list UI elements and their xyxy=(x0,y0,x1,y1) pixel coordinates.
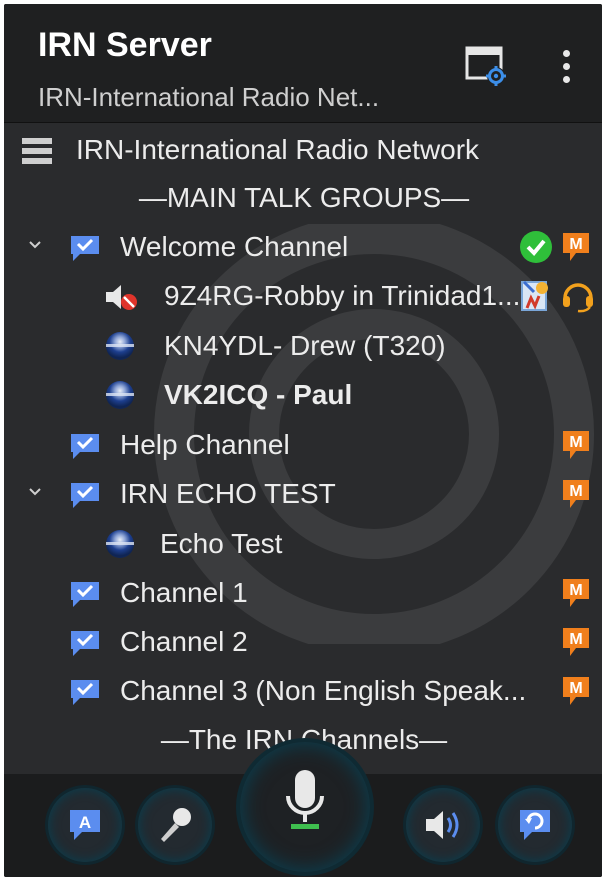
channel-label: Welcome Channel xyxy=(120,231,349,262)
m-badge-letter: M xyxy=(569,434,582,451)
speaker-button[interactable] xyxy=(406,788,480,862)
channel-2[interactable]: Channel 2 M xyxy=(4,618,602,666)
section-label: —MAIN TALK GROUPS— xyxy=(138,182,470,213)
user-row[interactable]: 9Z4RG-Robby in Trinidad1... xyxy=(4,272,602,320)
message-badge-icon: M xyxy=(563,431,589,459)
user-label: 9Z4RG-Robby in Trinidad1... xyxy=(164,280,521,311)
user-row[interactable]: VK2ICQ - Paul xyxy=(4,371,602,419)
channel-label: Channel 3 (Non English Speak... xyxy=(120,675,527,706)
chat-refresh-icon xyxy=(520,810,550,840)
message-badge-icon: M xyxy=(563,233,589,261)
channel-icon xyxy=(71,631,99,656)
channel-welcome[interactable]: Welcome Channel M xyxy=(4,223,602,271)
user-ball-icon xyxy=(106,381,134,409)
window-settings-icon xyxy=(465,46,506,86)
chevron-down-icon[interactable] xyxy=(28,485,42,499)
microphone-icon xyxy=(286,770,324,829)
user-label: VK2ICQ - Paul xyxy=(164,379,353,410)
channel-icon xyxy=(71,434,99,459)
m-badge-letter: M xyxy=(569,680,582,697)
message-badge-icon: M xyxy=(563,677,589,705)
server-name: IRN-International Radio Network xyxy=(76,134,480,165)
headset-icon xyxy=(563,283,593,313)
chat-badge-letter: A xyxy=(79,813,91,832)
m-badge-letter: M xyxy=(569,631,582,648)
chat-button[interactable]: A xyxy=(48,788,122,862)
user-ball-icon xyxy=(106,332,134,360)
m-badge-letter: M xyxy=(569,582,582,599)
user-row[interactable]: KN4YDL- Drew (T320) xyxy=(4,322,602,370)
chat-bubble-a-icon: A xyxy=(70,810,100,840)
chevron-down-icon[interactable] xyxy=(28,238,42,252)
more-vert-icon xyxy=(562,50,570,57)
message-badge-icon: M xyxy=(563,480,589,508)
channel-label: IRN ECHO TEST xyxy=(120,478,336,509)
server-subtitle: IRN-International Radio Net... xyxy=(38,82,380,112)
m-badge-letter: M xyxy=(569,236,582,253)
channel-label: Help Channel xyxy=(120,429,290,460)
voice-input-button[interactable] xyxy=(138,788,212,862)
more-options-button[interactable] xyxy=(554,44,578,90)
channel-label: Channel 2 xyxy=(120,626,248,657)
channel-icon xyxy=(71,680,99,705)
muted-speaker-icon xyxy=(106,285,137,310)
channel-1[interactable]: Channel 1 M xyxy=(4,569,602,617)
app-frame: IRN Server IRN-International Radio Net..… xyxy=(4,4,602,877)
push-to-talk-button[interactable] xyxy=(240,742,370,872)
message-badge-icon: M xyxy=(563,579,589,607)
channel-icon xyxy=(71,483,99,508)
page-title: IRN Server xyxy=(38,26,212,64)
channel-help[interactable]: Help Channel M xyxy=(4,421,602,469)
m-badge-letter: M xyxy=(569,483,582,500)
channel-label: Channel 1 xyxy=(120,577,248,608)
message-badge-icon: M xyxy=(563,628,589,656)
server-icon xyxy=(22,138,52,164)
user-row[interactable]: Echo Test xyxy=(4,520,602,568)
channel-3[interactable]: Channel 3 (Non English Speak... M xyxy=(4,667,602,715)
certificate-icon xyxy=(521,280,548,311)
channel-echo-test[interactable]: IRN ECHO TEST M xyxy=(4,470,602,518)
user-label: Echo Test xyxy=(160,528,283,559)
handheld-mic-icon xyxy=(161,808,191,842)
app-bar: IRN Server IRN-International Radio Net..… xyxy=(4,4,602,123)
section-main-talk-groups[interactable]: —MAIN TALK GROUPS— xyxy=(4,174,602,222)
channel-icon xyxy=(71,582,99,607)
server-settings-button[interactable] xyxy=(464,42,508,88)
user-label: KN4YDL- Drew (T320) xyxy=(164,330,446,361)
check-icon xyxy=(520,231,552,263)
server-row[interactable]: IRN-International Radio Network xyxy=(4,126,602,174)
speaker-volume-icon xyxy=(426,811,459,839)
user-ball-icon xyxy=(106,530,134,558)
channel-chat-button[interactable] xyxy=(498,788,572,862)
channel-icon xyxy=(71,236,99,261)
